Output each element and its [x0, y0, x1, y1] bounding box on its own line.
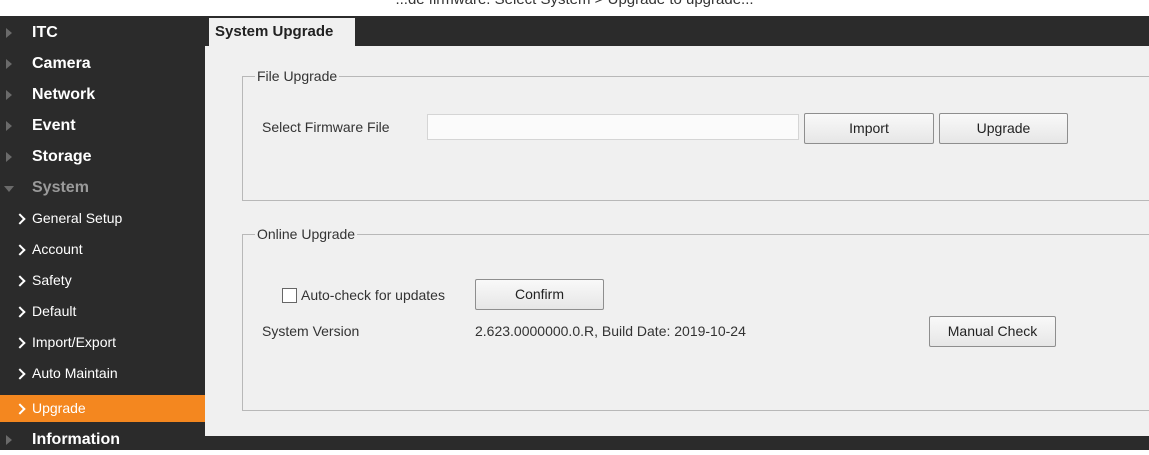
- sidebar-subitem-label: Import/Export: [32, 334, 117, 350]
- import-button[interactable]: Import: [804, 113, 934, 144]
- tab-system-upgrade[interactable]: System Upgrade: [209, 18, 355, 46]
- sidebar-subitem-label: Safety: [32, 272, 72, 288]
- manual-check-button[interactable]: Manual Check: [929, 316, 1056, 347]
- auto-check-label: Auto-check for updates: [301, 287, 445, 303]
- sidebar-subitem-account[interactable]: Account: [0, 234, 205, 265]
- chevron-right-icon: [14, 306, 26, 318]
- sidebar-subitem-label: Upgrade: [32, 400, 86, 416]
- sidebar-subitem-auto-maintain[interactable]: Auto Maintain: [0, 358, 205, 389]
- triangle-right-icon: [6, 89, 12, 100]
- sidebar-subitem-import-export[interactable]: Import/Export: [0, 327, 205, 358]
- sidebar-item-label: Event: [32, 117, 76, 134]
- sidebar-item-itc[interactable]: ITC: [0, 17, 205, 48]
- sidebar-subitem-default[interactable]: Default: [0, 296, 205, 327]
- sidebar-item-camera[interactable]: Camera: [0, 48, 205, 79]
- triangle-down-icon: [4, 185, 14, 192]
- confirm-button[interactable]: Confirm: [475, 279, 604, 310]
- sidebar-item-label: Network: [32, 86, 96, 103]
- page-caption: ...de firmware. Select System > Upgrade …: [0, 0, 1149, 9]
- online-upgrade-legend: Online Upgrade: [257, 226, 356, 242]
- chevron-right-icon: [14, 213, 26, 225]
- system-version-label: System Version: [262, 323, 360, 339]
- chevron-right-icon: [14, 275, 26, 287]
- triangle-right-icon: [6, 151, 12, 162]
- system-version-value: 2.623.0000000.0.R, Build Date: 2019-10-2…: [475, 323, 746, 339]
- main-content: File Upgrade Select Firmware File Import…: [205, 46, 1149, 436]
- bottom-bar: [205, 436, 1149, 450]
- select-firmware-label: Select Firmware File: [262, 119, 390, 135]
- firmware-file-field[interactable]: [427, 114, 799, 140]
- sidebar-subitem-upgrade[interactable]: Upgrade: [0, 395, 205, 422]
- sidebar-item-storage[interactable]: Storage: [0, 141, 205, 172]
- tab-bar: System Upgrade: [205, 16, 1149, 46]
- sidebar-subitem-label: General Setup: [32, 210, 123, 226]
- sidebar-item-event[interactable]: Event: [0, 110, 205, 141]
- triangle-right-icon: [6, 120, 12, 131]
- upgrade-button[interactable]: Upgrade: [939, 113, 1068, 144]
- triangle-right-icon: [6, 58, 12, 69]
- file-upgrade-legend: File Upgrade: [257, 68, 338, 84]
- sidebar-subitem-safety[interactable]: Safety: [0, 265, 205, 296]
- sidebar-item-label: System: [32, 179, 89, 196]
- sidebar-subitem-label: Account: [32, 241, 83, 257]
- chevron-right-icon: [14, 337, 26, 349]
- sidebar-item-label: Information: [32, 431, 120, 448]
- sidebar-subitem-general-setup[interactable]: General Setup: [0, 203, 205, 234]
- sidebar: ITC Camera Network Event Storage System …: [0, 16, 205, 450]
- auto-check-checkbox[interactable]: [282, 288, 297, 303]
- sidebar-item-label: Storage: [32, 148, 92, 165]
- sidebar-item-label: Camera: [32, 55, 91, 72]
- chevron-right-icon: [14, 403, 26, 415]
- sidebar-item-information[interactable]: Information: [0, 424, 205, 455]
- triangle-right-icon: [6, 434, 12, 445]
- sidebar-subitem-label: Auto Maintain: [32, 365, 118, 381]
- sidebar-item-network[interactable]: Network: [0, 79, 205, 110]
- sidebar-subitem-label: Default: [32, 303, 77, 319]
- chevron-right-icon: [14, 244, 26, 256]
- sidebar-item-system[interactable]: System: [0, 172, 205, 203]
- sidebar-item-label: ITC: [32, 24, 58, 41]
- triangle-right-icon: [6, 27, 12, 38]
- chevron-right-icon: [14, 368, 26, 380]
